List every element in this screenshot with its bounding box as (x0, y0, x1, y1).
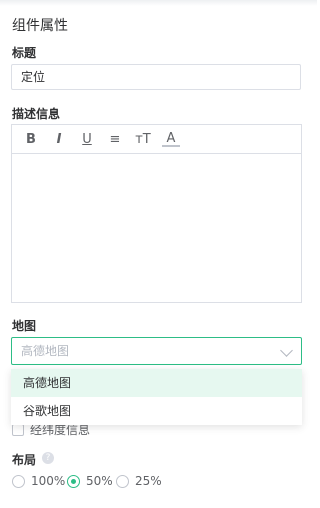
font-size-icon[interactable]: тT (134, 130, 152, 148)
dropdown-option-google[interactable]: 谷歌地图 (11, 397, 302, 425)
layout-label: 布局 (12, 453, 37, 467)
layout-radio-group: 100% 50% 25% (12, 474, 192, 490)
chevron-down-icon (280, 344, 293, 357)
map-select-placeholder: 高德地图 (21, 344, 70, 358)
radio-100[interactable] (12, 475, 25, 488)
panel-title: 组件属性 (12, 18, 68, 34)
radio-25-label: 25% (135, 474, 162, 488)
editor-content-area[interactable] (12, 154, 301, 302)
radio-100-label: 100% (31, 474, 66, 488)
editor-toolbar: B I U ≡ тT A (12, 125, 301, 154)
font-color-icon[interactable]: A (162, 131, 180, 147)
top-shadow (0, 0, 317, 6)
map-dropdown-menu: 高德地图 谷歌地图 (11, 369, 302, 425)
bold-icon[interactable]: B (22, 130, 40, 148)
title-label: 标题 (12, 46, 37, 60)
align-icon[interactable]: ≡ (106, 130, 124, 148)
underline-icon[interactable]: U (78, 130, 96, 148)
map-select[interactable]: 高德地图 (11, 337, 302, 365)
dropdown-option-amap[interactable]: 高德地图 (11, 369, 302, 397)
radio-50-label: 50% (86, 474, 113, 488)
description-label: 描述信息 (12, 107, 61, 121)
title-input[interactable]: 定位 (11, 64, 301, 90)
radio-25[interactable] (116, 475, 129, 488)
rich-text-editor[interactable]: B I U ≡ тT A (11, 124, 302, 303)
map-label: 地图 (12, 319, 37, 333)
help-icon[interactable]: ? (42, 452, 54, 464)
radio-50[interactable] (67, 475, 80, 488)
italic-icon[interactable]: I (50, 130, 68, 148)
latlng-checkbox[interactable] (12, 424, 24, 436)
